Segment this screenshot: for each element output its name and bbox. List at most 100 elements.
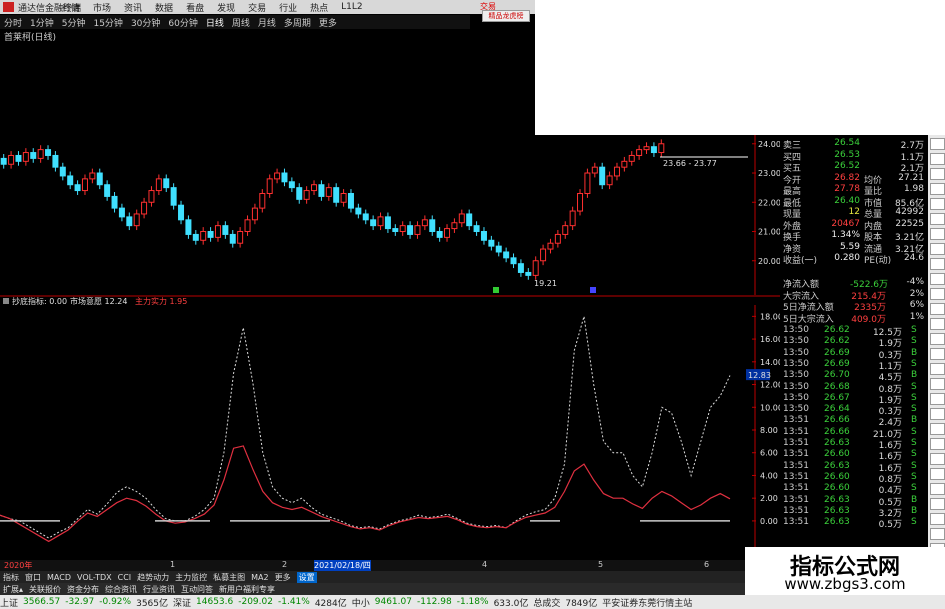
indicator-tab[interactable]: VOL-TDX [77, 573, 112, 582]
tick-price: 26.60 [824, 449, 850, 460]
tick-price: 26.60 [824, 471, 850, 482]
toolbar-button[interactable] [930, 528, 945, 540]
candle [606, 175, 613, 186]
tick-price: 26.67 [824, 392, 850, 403]
tick-row: 13:51 26.66 21.0万 S [780, 427, 928, 440]
tick-price: 26.63 [824, 460, 850, 471]
tick-side: B [911, 505, 918, 516]
indicator-tab[interactable]: 私募主图 [213, 572, 245, 583]
candle [370, 219, 377, 227]
candle [155, 178, 162, 192]
toolbar-button[interactable] [930, 513, 945, 525]
candle [407, 225, 414, 235]
info-tab[interactable]: 关联报价 [29, 584, 61, 595]
status-bar: 上证 3566.57 -32.97 -0.92% 3565亿 深证 14653.6 -209.… [0, 595, 945, 609]
tick-side: S [911, 517, 917, 528]
toolbar-button[interactable] [930, 393, 945, 405]
toolbar-button[interactable] [930, 138, 945, 150]
toolbar-button[interactable] [930, 348, 945, 360]
candle [436, 231, 443, 238]
info-tab[interactable]: 行业资讯 [143, 584, 175, 595]
quote-value2: 1.98 [903, 184, 924, 194]
info-tab[interactable]: 综合资讯 [105, 584, 137, 595]
indicator-tab[interactable]: 窗口 [25, 572, 41, 583]
tick-row: 13:51 26.66 2.4万 B [780, 415, 928, 428]
quote-row: 收益(一) 0.280 PE(动) 24.6 [780, 253, 928, 266]
candle [658, 143, 665, 154]
tick-price: 26.63 [824, 505, 850, 516]
tick-price: 26.62 [824, 325, 850, 335]
tick-time: 13:50 [783, 392, 809, 403]
toolbar-button[interactable] [930, 258, 945, 270]
toolbar-button[interactable] [930, 318, 945, 330]
candle [81, 178, 88, 192]
candle [45, 149, 52, 156]
indicator-tab[interactable]: 设置 [296, 571, 317, 583]
toolbar-button[interactable] [930, 153, 945, 165]
toolbar-button[interactable] [930, 498, 945, 510]
toolbar-button[interactable] [930, 303, 945, 315]
candle [429, 219, 436, 233]
willingness-line [0, 316, 731, 539]
info-tab[interactable]: 扩展▴ [3, 584, 23, 595]
toolbar-button[interactable] [930, 363, 945, 375]
candle [495, 245, 502, 253]
candle [222, 225, 229, 235]
price-tick-label: 20.00 [758, 257, 780, 266]
toolbar-button[interactable] [930, 228, 945, 240]
candle [399, 225, 406, 233]
toolbar-button[interactable] [930, 423, 945, 435]
status-item: 3565亿 [136, 598, 168, 609]
toolbar-button[interactable] [930, 333, 945, 345]
kline-chart[interactable]: 24.00 23.00 22.00 21.00 20.00 23.66 - 23.77 19… [0, 0, 780, 560]
candle [89, 172, 96, 180]
tick-time: 13:50 [783, 404, 809, 415]
flow-row: 5日净流入额 2335万 6% [780, 300, 928, 313]
candle [244, 219, 251, 233]
tick-row: 13:51 26.60 0.4万 S [780, 483, 928, 496]
indicator-tab[interactable]: 更多 [275, 572, 291, 583]
candle [318, 184, 325, 197]
toolbar-button[interactable] [930, 483, 945, 495]
quote-value2: 22525 [895, 218, 924, 229]
indicator-tick-label: 0.00 [760, 517, 778, 526]
indicator-tick-label: 14.00 [760, 358, 780, 367]
candle [259, 192, 266, 209]
candle [362, 213, 369, 221]
price-tick-label: 22.00 [758, 198, 780, 207]
toolbar-button[interactable] [930, 168, 945, 180]
candle [237, 231, 244, 244]
toolbar-button[interactable] [930, 273, 945, 285]
toolbar-button[interactable] [930, 213, 945, 225]
tick-side: S [911, 381, 917, 392]
toolbar-button[interactable] [930, 183, 945, 195]
candle [207, 231, 214, 238]
indicator-tab[interactable]: MA2 [251, 573, 268, 582]
toolbar-button[interactable] [930, 378, 945, 390]
toolbar-button[interactable] [930, 408, 945, 420]
toolbar-button[interactable] [930, 468, 945, 480]
toolbar-button[interactable] [930, 288, 945, 300]
candle [15, 154, 22, 162]
indicator-tab[interactable]: MACD [47, 573, 71, 582]
toolbar-button[interactable] [930, 453, 945, 465]
indicator-tab[interactable]: 指标 [3, 572, 19, 583]
status-item: 3566.57 [23, 597, 61, 607]
toolbar-button[interactable] [930, 438, 945, 450]
tick-time: 13:50 [783, 336, 809, 347]
candle [613, 166, 620, 177]
tick-side: S [911, 358, 917, 369]
info-tab[interactable]: 互动问答 [181, 584, 213, 595]
toolbar-button[interactable] [930, 198, 945, 210]
info-tab[interactable]: 资金分布 [67, 584, 99, 595]
candle [458, 213, 465, 224]
status-item: 上证 [0, 598, 19, 609]
toolbar-button[interactable] [930, 243, 945, 255]
indicator-tab[interactable]: 趋势动力 [137, 572, 169, 583]
info-tab[interactable]: 新用户福利专享 [219, 584, 275, 595]
indicator-tab[interactable]: 主力监控 [175, 572, 207, 583]
tick-row: 13:50 26.64 0.3万 S [780, 404, 928, 417]
tick-price: 26.69 [824, 347, 850, 358]
indicator-tick-label: 18.00 [760, 312, 780, 321]
indicator-tab[interactable]: CCI [118, 573, 132, 582]
